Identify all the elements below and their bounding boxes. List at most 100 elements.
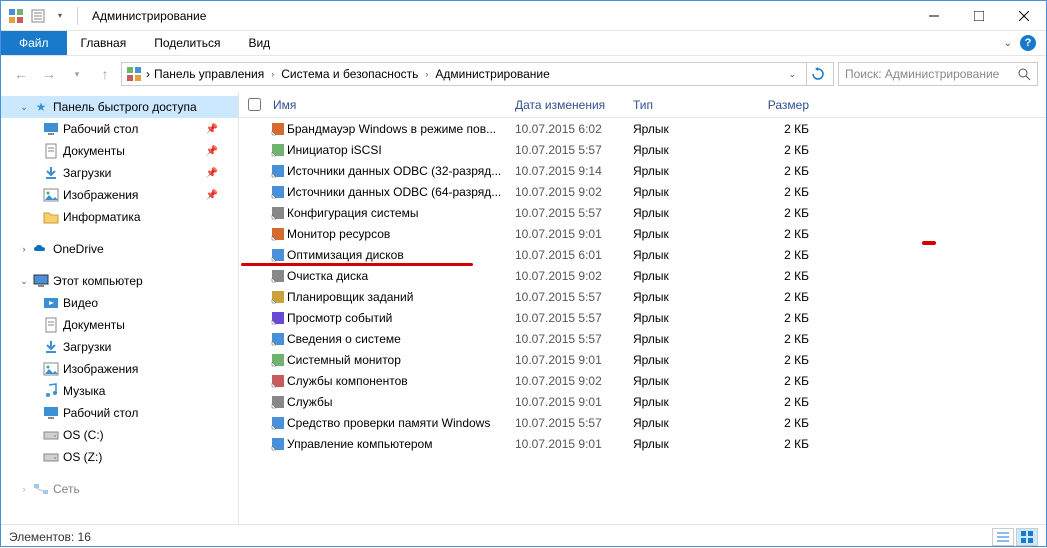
shortcut-icon bbox=[269, 331, 287, 347]
search-placeholder: Поиск: Администрирование bbox=[845, 67, 999, 81]
document-icon bbox=[43, 317, 59, 333]
sidebar-item-document[interactable]: Документы📌 bbox=[1, 140, 238, 162]
sidebar-item-pictures[interactable]: Изображения bbox=[1, 358, 238, 380]
file-type: Ярлык bbox=[633, 353, 753, 367]
tab-home[interactable]: Главная bbox=[67, 31, 141, 55]
minimize-button[interactable] bbox=[911, 1, 956, 30]
file-row[interactable]: Просмотр событий10.07.2015 5:57Ярлык2 КБ bbox=[239, 307, 1046, 328]
file-row[interactable]: Управление компьютером10.07.2015 9:01Ярл… bbox=[239, 433, 1046, 454]
file-row[interactable]: Сведения о системе10.07.2015 5:57Ярлык2 … bbox=[239, 328, 1046, 349]
sidebar-item-desktop[interactable]: Рабочий стол bbox=[1, 402, 238, 424]
sidebar-item-document[interactable]: Документы bbox=[1, 314, 238, 336]
sidebar-item-drive[interactable]: OS (C:) bbox=[1, 424, 238, 446]
column-name[interactable]: Имя bbox=[269, 98, 515, 112]
sidebar-item-folder[interactable]: Информатика bbox=[1, 206, 238, 228]
search-icon[interactable] bbox=[1017, 67, 1031, 81]
forward-button[interactable]: → bbox=[37, 62, 61, 86]
sidebar-item-download[interactable]: Загрузки📌 bbox=[1, 162, 238, 184]
crumb-control-panel[interactable]: Панель управления› bbox=[154, 67, 277, 81]
file-row[interactable]: Инициатор iSCSI10.07.2015 5:57Ярлык2 КБ bbox=[239, 139, 1046, 160]
video-icon bbox=[43, 295, 59, 311]
shortcut-icon bbox=[269, 394, 287, 410]
refresh-button[interactable] bbox=[806, 63, 829, 85]
file-size: 2 КБ bbox=[753, 290, 819, 304]
file-row[interactable]: Службы компонентов10.07.2015 9:02Ярлык2 … bbox=[239, 370, 1046, 391]
properties-icon[interactable] bbox=[29, 7, 47, 25]
file-type: Ярлык bbox=[633, 311, 753, 325]
file-row[interactable]: Очистка диска10.07.2015 9:02Ярлык2 КБ bbox=[239, 265, 1046, 286]
column-size[interactable]: Размер bbox=[753, 98, 819, 112]
sidebar-item-label: Документы bbox=[63, 318, 125, 332]
file-row[interactable]: Системный монитор10.07.2015 9:01Ярлык2 К… bbox=[239, 349, 1046, 370]
sidebar-item-drive[interactable]: OS (Z:) bbox=[1, 446, 238, 468]
file-size: 2 КБ bbox=[753, 353, 819, 367]
crumb-arrow-icon[interactable]: › bbox=[146, 67, 150, 81]
sidebar-item-label: Изображения bbox=[63, 188, 138, 202]
sidebar-network[interactable]: › Сеть bbox=[1, 478, 238, 500]
help-icon[interactable]: ? bbox=[1020, 35, 1036, 51]
expand-icon[interactable]: ⌄ bbox=[19, 276, 29, 287]
file-row[interactable]: Планировщик заданий10.07.2015 5:57Ярлык2… bbox=[239, 286, 1046, 307]
sidebar-item-label: Этот компьютер bbox=[53, 274, 143, 288]
drive-icon bbox=[43, 427, 59, 443]
annotation-underline bbox=[241, 263, 473, 266]
crumb-system-security[interactable]: Система и безопасность› bbox=[281, 67, 431, 81]
maximize-button[interactable] bbox=[956, 1, 1001, 30]
back-button[interactable]: ← bbox=[9, 62, 33, 86]
file-size: 2 КБ bbox=[753, 248, 819, 262]
search-input[interactable]: Поиск: Администрирование bbox=[838, 62, 1038, 86]
sidebar-item-download[interactable]: Загрузки bbox=[1, 336, 238, 358]
sidebar-item-label: OS (Z:) bbox=[63, 450, 102, 464]
qat-dropdown-icon[interactable]: ▾ bbox=[51, 7, 69, 25]
expand-icon[interactable]: › bbox=[19, 484, 29, 494]
file-list-pane: Имя Дата изменения Тип Размер Брандмауэр… bbox=[239, 92, 1046, 524]
column-type[interactable]: Тип bbox=[633, 98, 753, 112]
sidebar-this-pc[interactable]: ⌄ Этот компьютер bbox=[1, 270, 238, 292]
desktop-icon bbox=[43, 121, 59, 137]
address-dropdown-icon[interactable]: ⌄ bbox=[782, 69, 802, 80]
file-date: 10.07.2015 9:01 bbox=[515, 227, 633, 241]
file-name: Источники данных ODBC (32-разряд... bbox=[287, 164, 515, 178]
ribbon-collapse-icon[interactable]: ⌄ bbox=[1004, 38, 1012, 49]
sidebar-item-label: OneDrive bbox=[53, 242, 104, 256]
file-row[interactable]: Средство проверки памяти Windows10.07.20… bbox=[239, 412, 1046, 433]
file-size: 2 КБ bbox=[753, 437, 819, 451]
recent-dropdown-icon[interactable]: ▾ bbox=[65, 62, 89, 86]
view-details-button[interactable] bbox=[992, 528, 1014, 546]
file-type: Ярлык bbox=[633, 416, 753, 430]
close-button[interactable] bbox=[1001, 1, 1046, 30]
file-size: 2 КБ bbox=[753, 185, 819, 199]
sidebar-item-music[interactable]: Музыка bbox=[1, 380, 238, 402]
pin-icon: 📌 bbox=[206, 168, 218, 179]
file-row[interactable]: Службы10.07.2015 9:01Ярлык2 КБ bbox=[239, 391, 1046, 412]
sidebar-item-video[interactable]: Видео bbox=[1, 292, 238, 314]
select-all-checkbox[interactable] bbox=[239, 98, 269, 111]
view-icons-button[interactable] bbox=[1016, 528, 1038, 546]
file-row[interactable]: Конфигурация системы10.07.2015 5:57Ярлык… bbox=[239, 202, 1046, 223]
sidebar-quick-access[interactable]: ⌄ ★ Панель быстрого доступа bbox=[1, 96, 238, 118]
file-row[interactable]: Брандмауэр Windows в режиме пов...10.07.… bbox=[239, 118, 1046, 139]
file-date: 10.07.2015 5:57 bbox=[515, 311, 633, 325]
sidebar-onedrive[interactable]: › OneDrive bbox=[1, 238, 238, 260]
file-row[interactable]: Источники данных ODBC (32-разряд...10.07… bbox=[239, 160, 1046, 181]
column-date[interactable]: Дата изменения bbox=[515, 98, 633, 112]
sidebar-item-pictures[interactable]: Изображения📌 bbox=[1, 184, 238, 206]
tab-view[interactable]: Вид bbox=[234, 31, 284, 55]
crumb-administration[interactable]: Администрирование bbox=[435, 67, 549, 81]
navigation-bar: ← → ▾ ↑ › Панель управления› Система и б… bbox=[1, 56, 1046, 92]
file-row[interactable]: Оптимизация дисков10.07.2015 6:01Ярлык2 … bbox=[239, 244, 1046, 265]
address-bar[interactable]: › Панель управления› Система и безопасно… bbox=[121, 62, 834, 86]
file-rows: Брандмауэр Windows в режиме пов...10.07.… bbox=[239, 118, 1046, 524]
file-row[interactable]: Источники данных ODBC (64-разряд...10.07… bbox=[239, 181, 1046, 202]
quick-access-toolbar: ▾ bbox=[1, 7, 88, 25]
expand-icon[interactable]: › bbox=[19, 244, 29, 254]
file-date: 10.07.2015 9:02 bbox=[515, 269, 633, 283]
shortcut-icon bbox=[269, 205, 287, 221]
up-button[interactable]: ↑ bbox=[93, 62, 117, 86]
expand-icon[interactable]: ⌄ bbox=[19, 102, 29, 113]
shortcut-icon bbox=[269, 289, 287, 305]
file-menu[interactable]: Файл bbox=[1, 31, 67, 55]
sidebar-item-desktop[interactable]: Рабочий стол📌 bbox=[1, 118, 238, 140]
tab-share[interactable]: Поделиться bbox=[140, 31, 234, 55]
shortcut-icon bbox=[269, 268, 287, 284]
